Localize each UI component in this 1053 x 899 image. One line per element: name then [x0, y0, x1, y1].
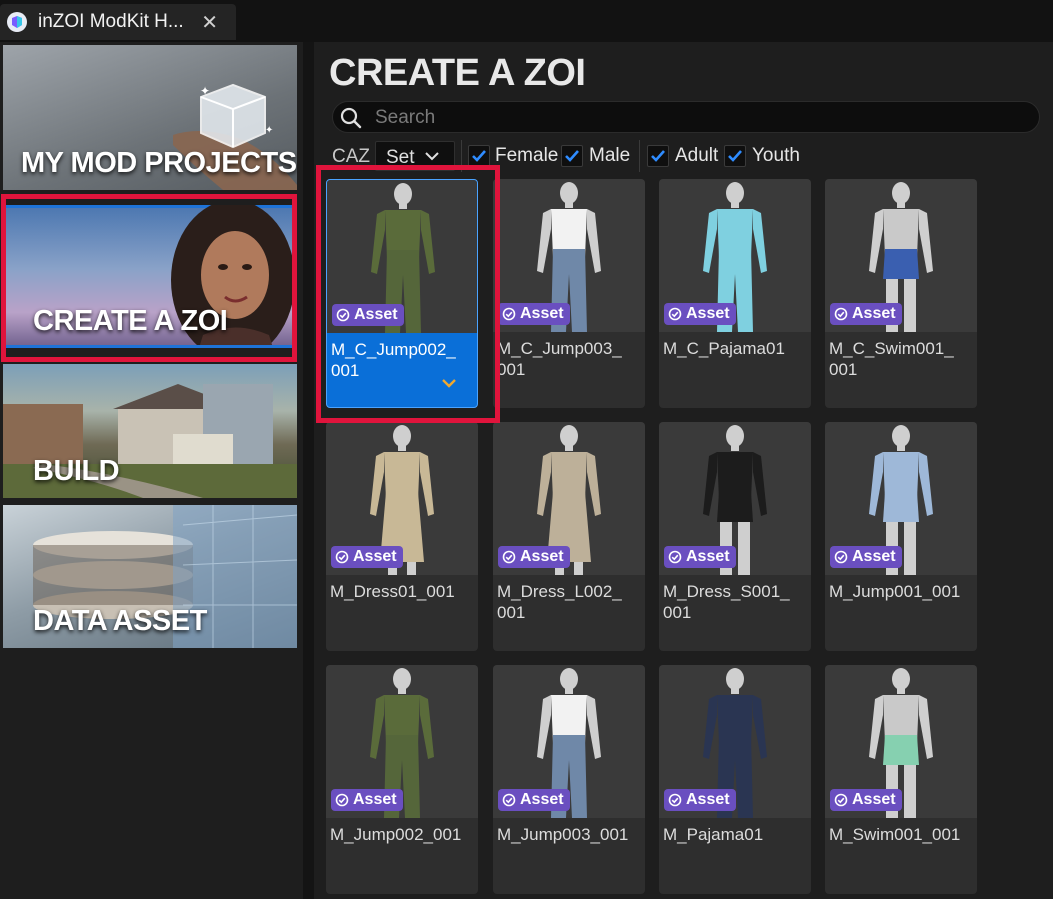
asset-card[interactable]: Asset M_Jump001_001	[825, 422, 977, 651]
search-input[interactable]	[373, 104, 1017, 132]
asset-badge-label: Asset	[686, 791, 730, 808]
asset-badge: Asset	[498, 303, 570, 325]
asset-badge-label: Asset	[852, 305, 896, 322]
chevron-down-icon	[425, 152, 439, 161]
check-circle-icon	[834, 550, 848, 564]
sidebar-item-build[interactable]: BUILD	[3, 364, 297, 498]
asset-card[interactable]: Asset M_Dress_L002_ 001	[493, 422, 645, 651]
highlight-frame	[1, 194, 297, 362]
close-tab-icon[interactable]: ✕	[201, 10, 218, 35]
svg-text:✦: ✦	[200, 84, 210, 98]
check-circle-icon	[834, 307, 848, 321]
divider	[639, 140, 640, 172]
asset-name: M_Dress_S001_ 001	[663, 582, 790, 622]
asset-name: M_Jump001_001	[829, 582, 961, 601]
window-tab[interactable]: inZOI ModKit H... ✕	[0, 4, 236, 40]
asset-card[interactable]: Asset M_C_Pajama01	[659, 179, 811, 408]
checkmark-icon	[565, 150, 579, 162]
asset-card[interactable]: Asset M_C_Swim001_ 001	[825, 179, 977, 408]
asset-badge-label: Asset	[353, 548, 397, 565]
asset-name: M_C_Pajama01	[663, 339, 785, 358]
asset-card[interactable]: Asset M_Jump002_001	[326, 665, 478, 894]
checkmark-icon	[728, 150, 742, 162]
asset-badge-label: Asset	[520, 305, 564, 322]
male-checkbox[interactable]	[561, 145, 583, 167]
check-circle-icon	[335, 793, 349, 807]
sidebar-item-label: MY MOD PROJECTS	[21, 147, 297, 179]
youth-label: Youth	[752, 145, 800, 166]
youth-checkbox[interactable]	[724, 145, 746, 167]
check-circle-icon	[502, 307, 516, 321]
sidebar-item-label: BUILD	[33, 455, 120, 487]
asset-card[interactable]: Asset M_Dress01_001	[326, 422, 478, 651]
check-circle-icon	[834, 793, 848, 807]
search-bar[interactable]	[332, 101, 1040, 133]
asset-badge: Asset	[498, 789, 570, 811]
sidebar-item-label: DATA ASSET	[33, 605, 207, 637]
female-checkbox[interactable]	[468, 145, 490, 167]
asset-name: M_Dress_L002_ 001	[497, 582, 622, 622]
asset-name: M_C_Jump003_ 001	[497, 339, 622, 379]
asset-badge: Asset	[331, 546, 403, 568]
female-label: Female	[495, 145, 559, 166]
asset-name: M_Dress01_001	[330, 582, 455, 601]
asset-badge: Asset	[830, 546, 902, 568]
asset-badge: Asset	[830, 789, 902, 811]
highlight-frame	[316, 165, 500, 423]
check-circle-icon	[335, 550, 349, 564]
asset-badge-label: Asset	[520, 548, 564, 565]
asset-badge-label: Asset	[686, 305, 730, 322]
check-circle-icon	[502, 550, 516, 564]
asset-badge: Asset	[498, 546, 570, 568]
page-title: CREATE A ZOI	[329, 52, 586, 94]
asset-badge-label: Asset	[852, 791, 896, 808]
panel-splitter[interactable]	[303, 42, 314, 899]
title-bar: inZOI ModKit H... ✕	[0, 0, 1053, 42]
svg-text:✦: ✦	[265, 125, 273, 136]
checkmark-icon	[651, 150, 665, 162]
asset-card[interactable]: Asset M_Jump003_001	[493, 665, 645, 894]
search-icon	[340, 107, 362, 129]
asset-badge-label: Asset	[686, 548, 730, 565]
asset-name: M_Swim001_001	[829, 825, 961, 844]
check-circle-icon	[668, 793, 682, 807]
asset-card[interactable]: Asset M_C_Jump003_ 001	[493, 179, 645, 408]
asset-badge: Asset	[664, 789, 736, 811]
asset-badge-label: Asset	[852, 548, 896, 565]
asset-badge-label: Asset	[520, 791, 564, 808]
asset-card[interactable]: Asset M_Swim001_001	[825, 665, 977, 894]
adult-label: Adult	[675, 145, 719, 166]
asset-badge: Asset	[664, 546, 736, 568]
asset-badge: Asset	[664, 303, 736, 325]
sidebar-item-data-asset[interactable]: DATA ASSET	[3, 505, 297, 648]
asset-badge: Asset	[830, 303, 902, 325]
asset-name: M_Jump002_001	[330, 825, 462, 844]
asset-badge: Asset	[331, 789, 403, 811]
check-circle-icon	[668, 307, 682, 321]
tab-title: inZOI ModKit H...	[38, 11, 184, 32]
asset-badge-label: Asset	[353, 791, 397, 808]
male-label: Male	[589, 145, 631, 166]
check-circle-icon	[502, 793, 516, 807]
check-circle-icon	[668, 550, 682, 564]
checkmark-icon	[472, 150, 486, 162]
asset-name: M_Jump003_001	[497, 825, 629, 844]
asset-name: M_C_Swim001_ 001	[829, 339, 954, 379]
asset-name: M_Pajama01	[663, 825, 764, 844]
asset-card[interactable]: Asset M_Pajama01	[659, 665, 811, 894]
adult-checkbox[interactable]	[647, 145, 669, 167]
asset-card[interactable]: Asset M_Dress_S001_ 001	[659, 422, 811, 651]
sidebar-item-my-mod-projects[interactable]: ✦ ✦ MY MOD PROJECTS	[3, 45, 297, 190]
app-icon	[7, 12, 27, 32]
